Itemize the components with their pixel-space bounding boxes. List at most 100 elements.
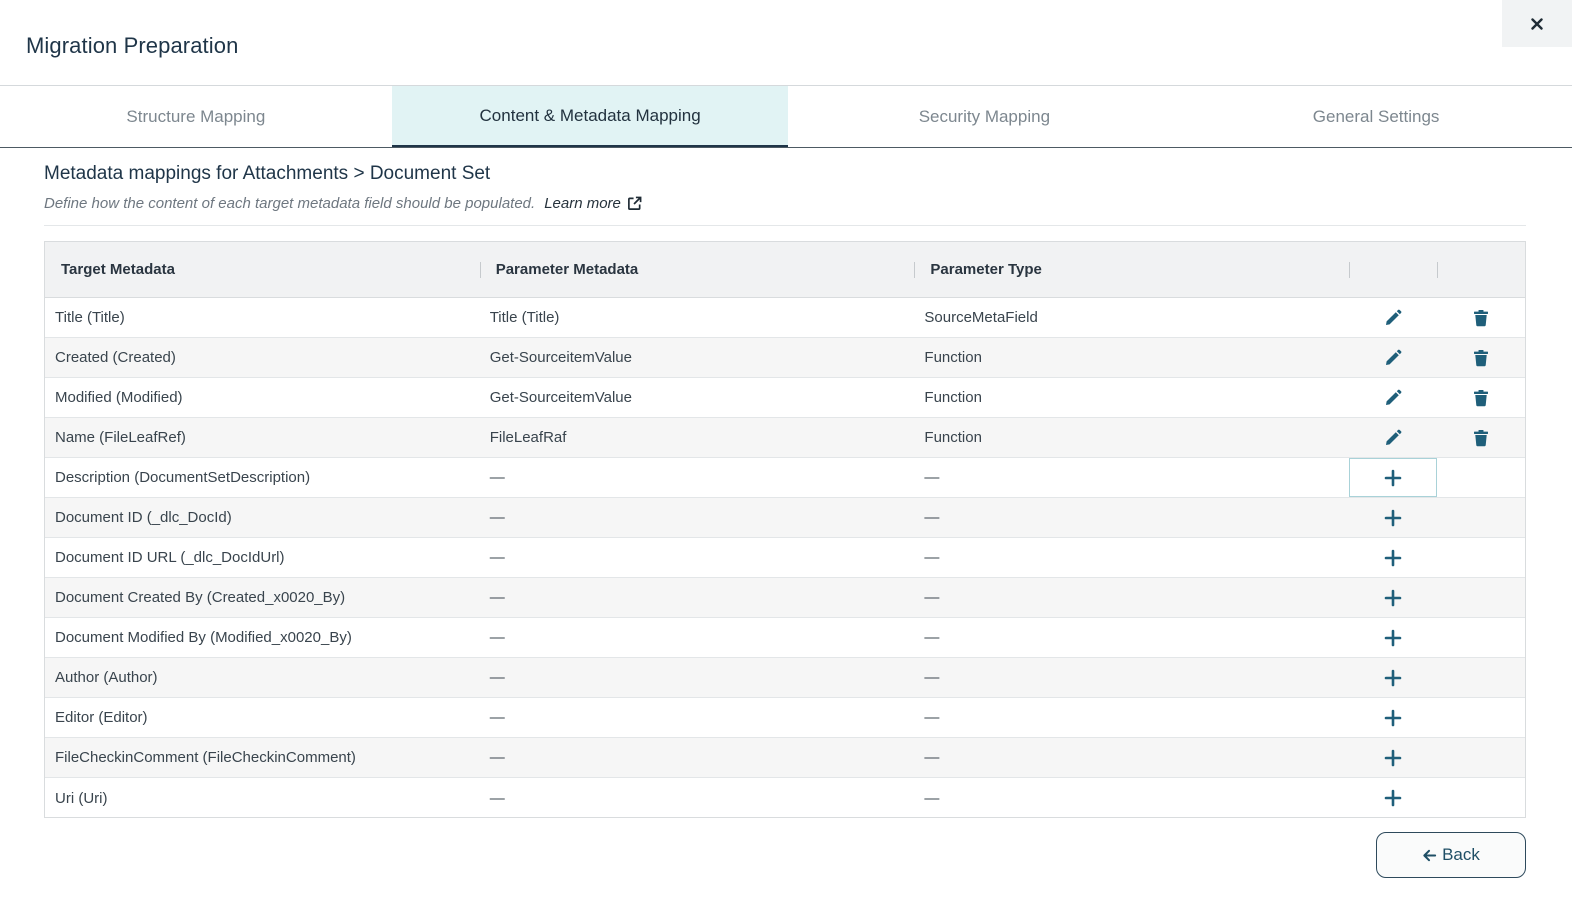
add-mapping-icon[interactable] [1382,707,1404,729]
add-mapping-icon[interactable] [1382,467,1404,489]
parameter-metadata-cell: — [489,749,505,766]
learn-more-link[interactable]: Learn more [544,195,642,212]
parameter-metadata-cell: — [489,549,505,566]
parameter-type-cell: Function [924,429,982,446]
parameter-type-cell: — [924,549,940,566]
action-cell-secondary [1437,418,1525,457]
back-label: Back [1442,845,1480,864]
column-header-target-metadata[interactable]: Target Metadata [45,242,480,297]
section-title: Metadata mappings for Attachments > Docu… [44,163,491,184]
dialog-header: Migration Preparation [0,0,1572,86]
column-separator [1349,262,1351,278]
parameter-type-cell: — [924,629,940,646]
parameter-metadata-cell: — [489,509,505,526]
action-cell-primary [1349,298,1437,337]
close-icon [1531,17,1543,30]
action-cell-primary [1349,338,1437,377]
tab-content-metadata-mapping[interactable]: Content & Metadata Mapping [391,86,789,147]
column-header-parameter-type[interactable]: Parameter Type [914,242,1349,297]
column-separator [479,262,481,278]
add-mapping-icon[interactable] [1382,747,1404,769]
edit-icon[interactable] [1382,387,1404,409]
parameter-type-cell: — [924,469,940,486]
back-button[interactable]: Back [1376,832,1526,878]
target-metadata-cell: Document ID (_dlc_DocId) [55,509,232,526]
action-cell-primary [1349,738,1437,777]
action-cell-secondary [1437,578,1525,617]
parameter-metadata-cell: FileLeafRaf [489,429,567,446]
parameter-type-cell: — [924,509,940,526]
action-cell-secondary [1437,298,1525,337]
target-metadata-cell: Created (Created) [55,349,176,366]
close-button[interactable] [1502,0,1572,47]
parameter-type-cell: — [924,749,940,766]
column-header-edit [1349,242,1437,297]
target-metadata-cell: Editor (Editor) [55,709,148,726]
column-separator [1437,262,1439,278]
add-mapping-icon[interactable] [1382,667,1404,689]
section-divider [44,225,1526,226]
target-metadata-cell: Document Modified By (Modified_x0020_By) [55,629,352,646]
target-metadata-cell: Modified (Modified) [55,389,183,406]
target-metadata-cell: Document ID URL (_dlc_DocIdUrl) [55,549,285,566]
section-description: Define how the content of each target me… [44,195,642,212]
action-cell-primary [1349,538,1437,577]
table-row: Author (Author) — — [45,658,1525,698]
delete-icon[interactable] [1470,307,1492,329]
column-header-delete [1437,242,1525,297]
target-metadata-cell: Title (Title) [55,309,125,326]
add-mapping-icon[interactable] [1382,787,1404,809]
arrow-left-icon [1423,849,1437,861]
parameter-metadata-cell: Title (Title) [489,309,560,326]
delete-icon[interactable] [1470,427,1492,449]
target-metadata-cell: Name (FileLeafRef) [55,429,186,446]
parameter-metadata-cell: — [489,709,505,726]
tab-security-mapping[interactable]: Security Mapping [788,86,1180,147]
parameter-type-cell: SourceMetaField [924,309,1038,326]
add-mapping-icon[interactable] [1382,587,1404,609]
parameter-type-cell: — [924,589,940,606]
parameter-type-cell: — [924,789,940,807]
action-cell-secondary [1437,698,1525,737]
edit-icon[interactable] [1382,427,1404,449]
delete-icon[interactable] [1470,347,1492,369]
table-row: FileCheckinComment (FileCheckinComment) —… [45,738,1525,778]
action-cell-primary [1349,618,1437,657]
column-separator [914,262,916,278]
parameter-type-cell: — [924,669,940,686]
parameter-metadata-cell: — [489,589,505,606]
tab-structure-mapping[interactable]: Structure Mapping [0,86,392,147]
action-cell-secondary [1437,498,1525,537]
table-row: Created (Created) Get-SourceitemValue Func… [45,338,1525,378]
action-cell-primary [1349,658,1437,697]
parameter-type-cell: Function [924,349,982,366]
tab-general-settings[interactable]: General Settings [1180,86,1572,147]
action-cell-secondary [1437,458,1525,497]
action-cell-primary [1349,378,1437,417]
add-mapping-icon[interactable] [1382,627,1404,649]
edit-icon[interactable] [1382,347,1404,369]
add-mapping-icon[interactable] [1382,547,1404,569]
parameter-metadata-cell: — [489,789,505,807]
metadata-mapping-table: Target Metadata Parameter Metadata Param… [44,241,1526,818]
action-cell-primary [1349,498,1437,537]
dialog-title: Migration Preparation [26,33,239,58]
action-cell-primary [1349,418,1437,457]
target-metadata-cell: Description (DocumentSetDescription) [55,469,311,486]
action-cell-secondary [1437,538,1525,577]
edit-icon[interactable] [1382,307,1404,329]
column-header-parameter-metadata[interactable]: Parameter Metadata [479,242,915,297]
table-row: Description (DocumentSetDescription) — — [45,458,1525,498]
action-cell-secondary [1437,618,1525,657]
action-cell-secondary [1437,738,1525,777]
table-row: Title (Title) Title (Title) SourceMetaFiel… [45,298,1525,338]
table-row: Modified (Modified) Get-SourceitemValue Fu… [45,378,1525,418]
external-link-icon [627,196,642,210]
add-mapping-icon[interactable] [1382,507,1404,529]
action-cell-secondary [1437,378,1525,417]
delete-icon[interactable] [1470,387,1492,409]
parameter-metadata-cell: — [489,629,505,646]
parameter-metadata-cell: — [489,469,505,486]
learn-more-label: Learn more [544,195,621,212]
parameter-type-cell: Function [924,389,982,406]
